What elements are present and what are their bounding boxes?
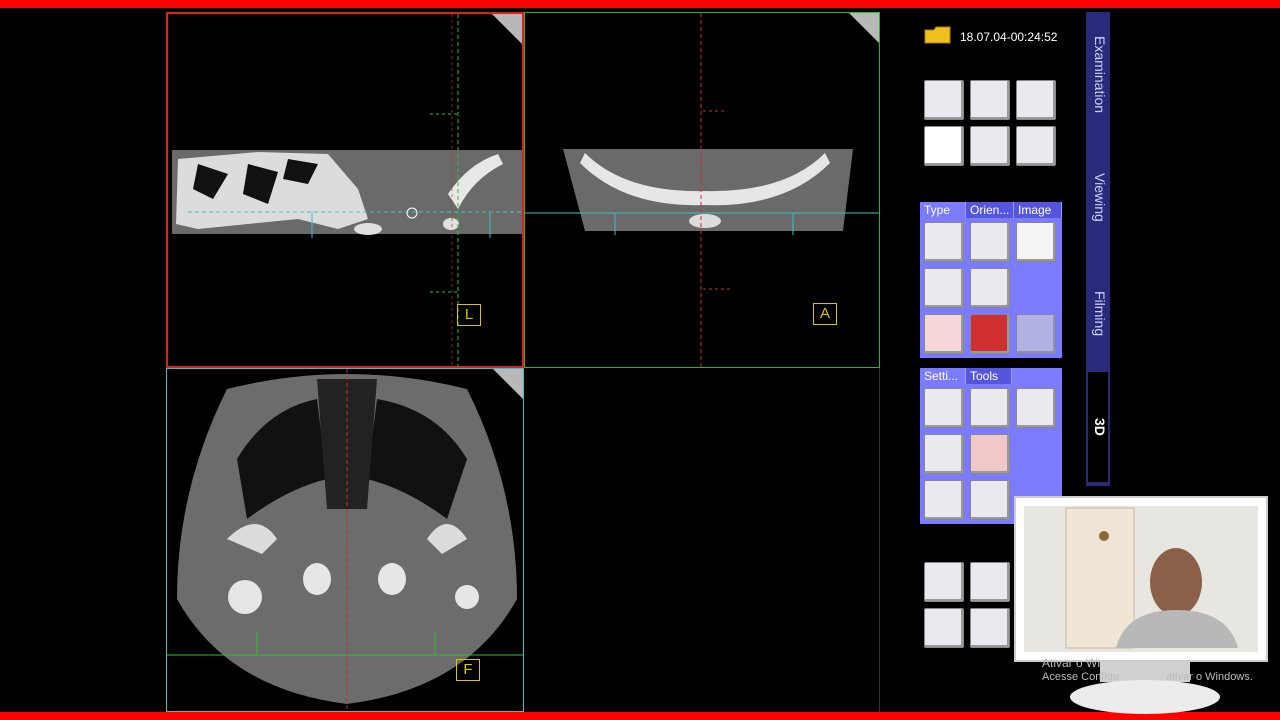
coronal-viewport[interactable]: A bbox=[524, 12, 880, 368]
head-outline-icon[interactable] bbox=[1016, 314, 1056, 354]
orientation-label: A bbox=[813, 303, 837, 325]
watermark-line3: ativar o Windows. bbox=[1166, 671, 1253, 683]
measure-head-icon[interactable] bbox=[924, 480, 964, 520]
page-fold-icon[interactable] bbox=[493, 369, 523, 399]
tab-examination[interactable]: Examination bbox=[1088, 20, 1108, 130]
clip-box-icon[interactable] bbox=[970, 388, 1010, 428]
head-rotate-icon[interactable] bbox=[970, 80, 1010, 120]
tab-3d[interactable]: 3D bbox=[1088, 372, 1108, 482]
empty-viewport[interactable] bbox=[524, 368, 880, 712]
head-lines-icon[interactable] bbox=[1016, 388, 1056, 428]
organ-render-icon[interactable] bbox=[970, 434, 1010, 474]
help-head-icon[interactable] bbox=[924, 608, 964, 648]
top-red-bar bbox=[0, 0, 1280, 8]
bottom-red-bar bbox=[0, 712, 1280, 720]
watermark-line2: Acesse Configu bbox=[1042, 671, 1120, 683]
export-grid-icon[interactable] bbox=[970, 562, 1010, 602]
tab-viewing[interactable]: Viewing bbox=[1088, 152, 1108, 242]
watermark-line1: Ativar o Wi bbox=[1042, 656, 1101, 670]
tab-settings[interactable]: Setti... bbox=[920, 368, 966, 384]
axial-viewport[interactable]: F bbox=[166, 368, 524, 712]
tab-filming[interactable]: Filming bbox=[1088, 274, 1108, 354]
heart-icon[interactable] bbox=[970, 314, 1010, 354]
curve-head-icon[interactable] bbox=[924, 434, 964, 474]
tab-tools[interactable]: Tools bbox=[966, 368, 1012, 384]
slices-icon[interactable] bbox=[924, 268, 964, 308]
lungs-icon[interactable] bbox=[924, 314, 964, 354]
tab-orientation[interactable]: Orien... bbox=[966, 202, 1014, 218]
hand-rotate-icon[interactable] bbox=[1016, 80, 1056, 120]
webcam-overlay bbox=[1014, 496, 1268, 662]
head-save-icon[interactable] bbox=[924, 562, 964, 602]
tab-type[interactable]: Type bbox=[920, 202, 966, 218]
tab-image[interactable]: Image bbox=[1014, 202, 1062, 218]
orientation-label: L bbox=[457, 304, 481, 326]
page-fold-icon[interactable] bbox=[849, 13, 879, 43]
sagittal-viewport[interactable]: L bbox=[166, 12, 524, 368]
monitor-base bbox=[1070, 680, 1220, 714]
clip-plane-icon[interactable] bbox=[924, 388, 964, 428]
rotate-arrows-icon[interactable] bbox=[924, 80, 964, 120]
surface-render-icon[interactable] bbox=[970, 222, 1010, 262]
zoom-icon[interactable] bbox=[1016, 126, 1056, 166]
folder-icon[interactable] bbox=[924, 26, 952, 44]
highlight-head-icon[interactable] bbox=[970, 480, 1010, 520]
pan-icon[interactable] bbox=[970, 126, 1010, 166]
timestamp: 18.07.04-00:24:52 bbox=[960, 30, 1058, 44]
orbit-icon[interactable] bbox=[924, 126, 964, 166]
volume-render-icon[interactable] bbox=[924, 222, 964, 262]
skull-icon[interactable] bbox=[1016, 222, 1056, 262]
export-layout-icon[interactable] bbox=[970, 608, 1010, 648]
orientation-label: F bbox=[456, 659, 480, 681]
type-group: Type Orien... Image bbox=[920, 202, 1062, 358]
page-fold-icon[interactable] bbox=[492, 14, 522, 44]
side-tab-strip: Examination Viewing Filming 3D bbox=[1086, 12, 1110, 486]
mpr-icon[interactable] bbox=[970, 268, 1010, 308]
